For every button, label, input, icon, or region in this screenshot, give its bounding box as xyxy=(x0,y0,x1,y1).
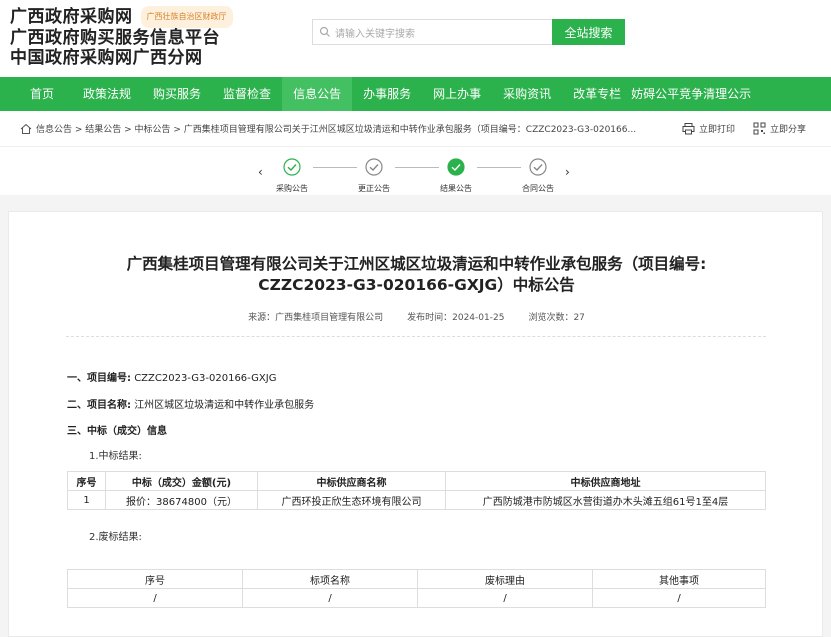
check-circle-icon xyxy=(365,158,383,176)
brand-title: 广西政府采购网 xyxy=(10,7,133,27)
section-label: 二、项目名称: xyxy=(67,400,131,411)
table-cell: / xyxy=(417,588,593,608)
nav-item-info-notice[interactable]: 信息公告 xyxy=(282,77,353,111)
project-number: 一、项目编号: CZZC2023-G3-020166-GXJG xyxy=(67,369,276,384)
table-header: 其他事项 xyxy=(592,569,766,589)
view-count: 浏览次数：27 xyxy=(528,313,585,323)
step-label: 合同公告 xyxy=(522,184,554,193)
table-cell: / xyxy=(67,588,243,608)
section-label: 一、项目编号: xyxy=(67,373,131,384)
table-header-row: 序号 中标（成交）金额(元) 中标供应商名称 中标供应商地址 xyxy=(67,471,766,491)
nav-item-reform[interactable]: 改革专栏 xyxy=(562,77,625,111)
table-row: 1 报价：38674800（元） 广西环投正欣生态环境有限公司 广西防城港市防城… xyxy=(67,490,766,510)
nav-item-news[interactable]: 采购资讯 xyxy=(492,77,562,111)
share-label: 立即分享 xyxy=(770,125,807,135)
main-nav: 首页 政策法规 购买服务 监督检查 信息公告 办事服务 网上办事 采购资讯 改革… xyxy=(0,77,831,111)
search-placeholder: 请输入关键字搜索 xyxy=(335,28,415,40)
table-header: 中标供应商名称 xyxy=(257,471,446,491)
search-icon xyxy=(319,26,330,37)
step-label: 更正公告 xyxy=(358,184,390,193)
step-result-notice[interactable]: 结果公告 xyxy=(426,158,486,194)
breadcrumb-path[interactable]: 信息公告 > 结果公告 > 中标公告 > 广西集桂项目管理有限公司关于江州区城区… xyxy=(36,122,664,135)
project-name: 二、项目名称: 江州区城区垃圾清运和中转作业承包服务 xyxy=(67,396,314,411)
nav-item-fair-competition[interactable]: 妨碍公平竞争清理公示 xyxy=(625,77,762,111)
qr-code-icon xyxy=(753,122,766,135)
print-label: 立即打印 xyxy=(699,125,736,135)
home-icon[interactable] xyxy=(20,123,32,135)
search-input[interactable]: 请输入关键字搜索 xyxy=(312,19,552,45)
step-label: 采购公告 xyxy=(276,184,308,193)
check-circle-icon xyxy=(529,158,547,176)
table-header: 中标供应商地址 xyxy=(445,471,766,491)
site-header: 广西政府采购网 广西壮族自治区财政厅 广西政府购买服务信息平台 中国政府采购网广西… xyxy=(0,0,831,77)
award-info-heading: 三、中标（成交）信息 xyxy=(67,422,167,437)
table-header: 中标（成交）金额(元) xyxy=(105,471,258,491)
table-row: / / / / xyxy=(67,588,766,608)
notice-steps: ‹ 采购公告 更正公告 结果公告 合同公告 › xyxy=(0,147,831,195)
table-header: 废标理由 xyxy=(417,569,593,589)
brand-tag: 广西壮族自治区财政厅 xyxy=(140,6,233,28)
section-label: 三、中标（成交）信息 xyxy=(67,426,167,437)
table-header: 标项名称 xyxy=(242,569,418,589)
step-label: 结果公告 xyxy=(440,184,472,193)
article-meta: 来源：广西集桂项目管理有限公司 发布时间：2024-01-25 浏览次数：27 xyxy=(9,310,824,323)
void-result-heading: 2.废标结果: xyxy=(89,532,142,543)
print-button[interactable]: 立即打印 xyxy=(682,122,735,135)
article-title: 广西集桂项目管理有限公司关于江州区城区垃圾清运和中转作业承包服务（项目编号: C… xyxy=(29,254,804,296)
step-purchase-notice[interactable]: 采购公告 xyxy=(262,158,322,194)
breadcrumb: 信息公告 > 结果公告 > 中标公告 > 广西集桂项目管理有限公司关于江州区城区… xyxy=(0,111,831,147)
table-header: 序号 xyxy=(67,471,106,491)
nav-item-online[interactable]: 网上办事 xyxy=(422,77,492,111)
table-cell: 广西环投正欣生态环境有限公司 xyxy=(257,490,446,510)
search-button[interactable]: 全站搜索 xyxy=(552,19,625,45)
table-header-row: 序号 标项名称 废标理由 其他事项 xyxy=(67,569,766,589)
brand-subtitle-2: 中国政府采购网广西分网 xyxy=(10,48,203,68)
table-cell: 广西防城港市防城区水营街道办木头滩五组61号1至4层 xyxy=(445,490,766,510)
nav-item-supervision[interactable]: 监督检查 xyxy=(212,77,282,111)
award-result-heading: 1.中标结果: xyxy=(89,451,142,462)
nav-item-home[interactable]: 首页 xyxy=(0,77,72,111)
table-header: 序号 xyxy=(67,569,243,589)
chevron-right-icon[interactable]: › xyxy=(565,165,570,179)
brand-subtitle-1: 广西政府购买服务信息平台 xyxy=(10,28,220,48)
check-circle-icon xyxy=(283,158,301,176)
article-card: 广西集桂项目管理有限公司关于江州区城区垃圾清运和中转作业承包服务（项目编号: C… xyxy=(8,211,823,637)
project-name-value: 江州区城区垃圾清运和中转作业承包服务 xyxy=(134,400,315,411)
award-result-table: 序号 中标（成交）金额(元) 中标供应商名称 中标供应商地址 1 报价：3867… xyxy=(67,471,766,510)
step-contract-notice[interactable]: 合同公告 xyxy=(508,158,568,194)
void-result-table: 序号 标项名称 废标理由 其他事项 / / / / xyxy=(67,569,766,608)
printer-icon xyxy=(682,123,695,135)
project-number-value: CZZC2023-G3-020166-GXJG xyxy=(134,373,277,384)
article-source: 来源：广西集桂项目管理有限公司 xyxy=(248,313,384,323)
table-cell: / xyxy=(242,588,418,608)
article-title-line2: CZZC2023-G3-020166-GXJG）中标公告 xyxy=(258,276,575,294)
table-cell: 1 xyxy=(67,490,106,510)
check-circle-icon xyxy=(447,158,465,176)
table-cell: 报价：38674800（元） xyxy=(105,490,258,510)
site-logo[interactable]: 广西政府采购网 广西壮族自治区财政厅 广西政府购买服务信息平台 中国政府采购网广西… xyxy=(10,6,233,68)
nav-item-policy[interactable]: 政策法规 xyxy=(72,77,142,111)
step-correction-notice[interactable]: 更正公告 xyxy=(344,158,404,194)
nav-item-services[interactable]: 办事服务 xyxy=(352,77,422,111)
share-button[interactable]: 立即分享 xyxy=(753,122,806,135)
article-title-line1: 广西集桂项目管理有限公司关于江州区城区垃圾清运和中转作业承包服务（项目编号: xyxy=(126,255,707,273)
divider xyxy=(66,336,766,337)
table-cell: / xyxy=(592,588,766,608)
publish-time: 发布时间：2024-01-25 xyxy=(407,313,505,323)
nav-item-purchase-service[interactable]: 购买服务 xyxy=(142,77,212,111)
